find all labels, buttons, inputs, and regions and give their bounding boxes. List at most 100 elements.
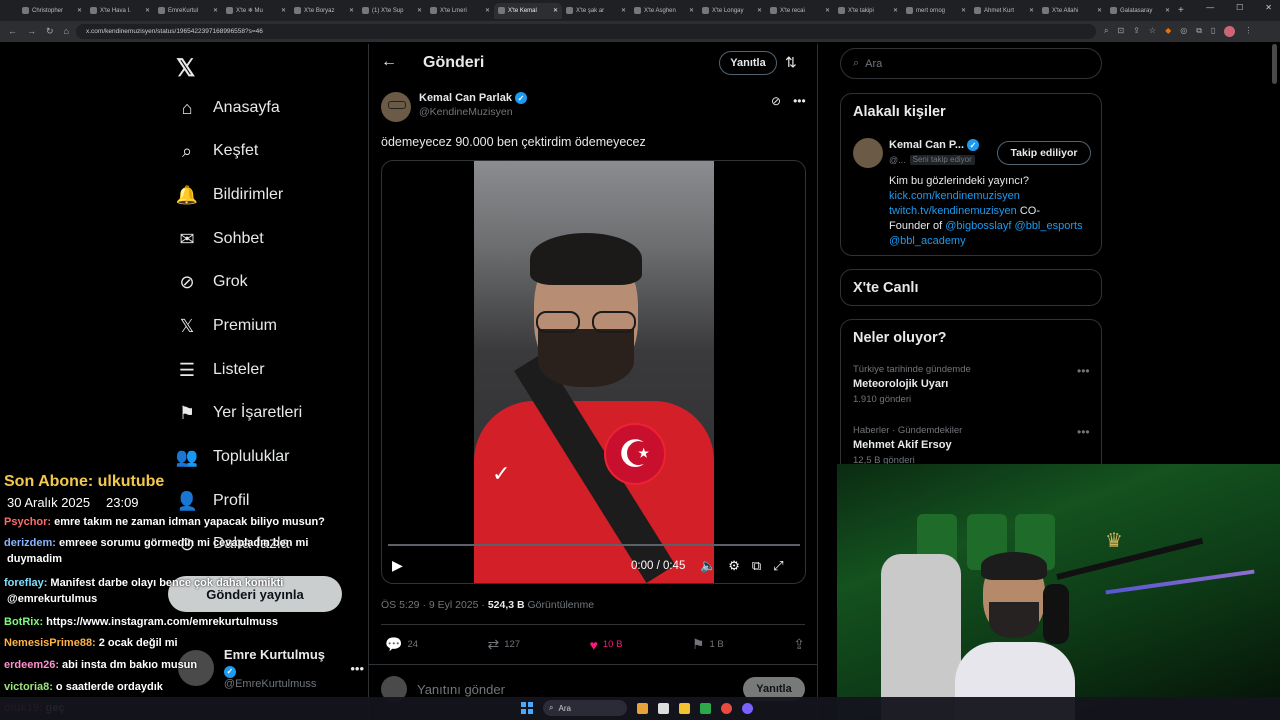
more-icon[interactable]: •••	[1077, 364, 1090, 378]
browser-tab[interactable]: Ahmet Kurt ✕	[970, 3, 1038, 19]
browser-tab[interactable]: Christopher ✕	[18, 3, 86, 19]
nav-item-keşfet[interactable]: ⌕ Keşfet	[176, 140, 258, 162]
nav-item-sohbet[interactable]: ✉ Sohbet	[176, 228, 263, 250]
browser-tab[interactable]: X'te ❄ Mu ✕	[222, 3, 290, 19]
video-progress[interactable]	[388, 544, 800, 546]
bookmark-action[interactable]: ⚑ 1 B	[692, 636, 724, 653]
close-tab-icon[interactable]: ✕	[281, 7, 286, 14]
zoom-icon[interactable]: ⌕	[1104, 26, 1108, 37]
settings-icon[interactable]: ⚙	[728, 558, 740, 574]
scrollbar[interactable]	[1272, 44, 1277, 84]
app-icon[interactable]	[700, 702, 711, 714]
close-tab-icon[interactable]: ✕	[485, 7, 490, 14]
extension-icon[interactable]: ◆	[1165, 26, 1171, 37]
browser-tab[interactable]: X'te Longay ✕	[698, 3, 766, 19]
close-tab-icon[interactable]: ✕	[1165, 7, 1170, 14]
post-author[interactable]: Kemal Can Parlak ✓ @KendineMuzisyen	[381, 92, 527, 122]
share-action[interactable]: ⇪	[793, 636, 805, 653]
browser-tab[interactable]: X'te recai ✕	[766, 3, 834, 19]
menu-icon[interactable]: ⋮	[1244, 26, 1252, 37]
nav-item-yer-i-şaretleri[interactable]: ⚑ Yer İşaretleri	[176, 402, 302, 424]
share-icon[interactable]: ⇪	[1133, 26, 1140, 37]
browser-tab[interactable]: X'te Asghen ✕	[630, 3, 698, 19]
install-icon[interactable]: ⊡	[1117, 26, 1124, 37]
avatar[interactable]	[853, 138, 883, 168]
close-tab-icon[interactable]: ✕	[757, 7, 762, 14]
nav-item-grok[interactable]: ⊘ Grok	[176, 271, 247, 293]
trend-item[interactable]: Türkiye tarihinde gündemde Meteorolojik …	[853, 364, 971, 405]
browser-tab[interactable]: (1) X'te Sup ✕	[358, 3, 426, 19]
browser-tab[interactable]: X'te Boryaz ✕	[290, 3, 358, 19]
live-card[interactable]: X'te Canlı	[840, 269, 1102, 306]
close-tab-icon[interactable]: ✕	[1029, 7, 1034, 14]
close-window-icon[interactable]: ✕	[1265, 3, 1272, 12]
filter-icon[interactable]: ⇅	[785, 54, 797, 71]
browser-tab[interactable]: X'te Kemal ✕	[494, 2, 562, 19]
close-tab-icon[interactable]: ✕	[893, 7, 898, 14]
mention-link[interactable]: @bbl_academy	[889, 235, 966, 247]
close-tab-icon[interactable]: ✕	[349, 7, 354, 14]
maximize-icon[interactable]: ☐	[1236, 3, 1243, 12]
more-icon[interactable]: •••	[793, 94, 806, 108]
close-tab-icon[interactable]: ✕	[961, 7, 966, 14]
forward-icon[interactable]: →	[27, 26, 36, 37]
pip-icon[interactable]: ⧉	[752, 558, 761, 574]
nav-item-anasayfa[interactable]: ⌂ Anasayfa	[176, 97, 280, 119]
close-tab-icon[interactable]: ✕	[553, 7, 558, 14]
video-player[interactable]: ☪ ✓ ▶ 0:00 / 0:45 🔈 ⚙ ⧉ ⤢	[381, 160, 806, 584]
minimize-icon[interactable]: —	[1206, 3, 1214, 12]
repost-action[interactable]: ⇄ 127	[488, 636, 521, 653]
nav-item-premium[interactable]: 𝕏 Premium	[176, 315, 277, 337]
browser-tab[interactable]: X'te Lmeri ✕	[426, 3, 494, 19]
profile-avatar[interactable]	[1224, 26, 1236, 37]
browser-tab[interactable]: X'te şak ar ✕	[562, 3, 630, 19]
close-tab-icon[interactable]: ✕	[145, 7, 150, 14]
header-reply-button[interactable]: Yanıtla	[719, 51, 777, 75]
author-name[interactable]: Kemal Can Parlak ✓	[419, 92, 527, 104]
app-icon[interactable]	[658, 702, 669, 714]
close-tab-icon[interactable]: ✕	[621, 7, 626, 14]
twitch-link[interactable]: twitch.tv/kendinemuzisyen	[889, 205, 1017, 217]
search-input[interactable]: ⌕ Ara	[840, 48, 1102, 79]
url-field[interactable]: x.com/kendinemuzisyen/status/19654223971…	[76, 24, 1096, 39]
sidebar-icon[interactable]: ▯	[1211, 26, 1215, 37]
reply-input[interactable]: Yanıtını gönder	[417, 682, 505, 697]
post-timestamp[interactable]: ÖS 5:29 · 9 Eyl 2025 ·	[381, 599, 488, 611]
volume-icon[interactable]: 🔈	[700, 558, 716, 574]
relevant-name[interactable]: Kemal Can P... ✓	[889, 139, 979, 151]
nav-item-listeler[interactable]: ☰ Listeler	[176, 359, 265, 381]
close-tab-icon[interactable]: ✕	[689, 7, 694, 14]
close-tab-icon[interactable]: ✕	[1097, 7, 1102, 14]
home-icon[interactable]: ⌂	[64, 26, 69, 37]
close-tab-icon[interactable]: ✕	[825, 7, 830, 14]
close-tab-icon[interactable]: ✕	[417, 7, 422, 14]
x-logo-icon[interactable]: 𝕏	[176, 54, 195, 83]
following-button[interactable]: Takip ediliyor	[997, 141, 1091, 165]
reload-icon[interactable]: ↻	[46, 26, 54, 37]
reply-action[interactable]: 💬 24	[385, 636, 418, 653]
file-explorer-icon[interactable]	[679, 702, 690, 714]
fullscreen-icon[interactable]: ⤢	[773, 558, 783, 574]
app-icon[interactable]	[637, 702, 648, 714]
back-icon[interactable]: ←	[8, 26, 17, 37]
nav-item-bildirimler[interactable]: 🔔 Bildirimler	[176, 184, 283, 206]
extension-icon-2[interactable]: ◎	[1180, 26, 1187, 37]
nav-item-profil[interactable]: 👤 Profil	[176, 490, 250, 512]
browser-tab[interactable]: mert ornog ✕	[902, 3, 970, 19]
start-icon[interactable]	[521, 702, 533, 714]
close-tab-icon[interactable]: ✕	[77, 7, 82, 14]
browser-tab[interactable]: Galatasaray ✕	[1106, 3, 1174, 19]
play-icon[interactable]: ▶	[392, 557, 403, 574]
browser-tab[interactable]: X'te takipi ✕	[834, 3, 902, 19]
browser-tab[interactable]: X'te Allahi ✕	[1038, 3, 1106, 19]
like-action[interactable]: ♥ 10 B	[590, 636, 623, 653]
browser-tab[interactable]: X'te Hava I. ✕	[86, 3, 154, 19]
kick-link[interactable]: kick.com/kendinemuzisyen	[889, 190, 1020, 202]
nav-item-topluluklar[interactable]: 👥 Topluluklar	[176, 446, 290, 468]
trend-item[interactable]: Haberler · Gündemdekiler Mehmet Akif Ers…	[853, 425, 962, 466]
app-icon[interactable]	[742, 702, 753, 714]
video-frame[interactable]: ☪ ✓	[474, 161, 714, 583]
mention-link[interactable]: @bigbosslayf	[945, 220, 1011, 232]
star-icon[interactable]: ☆	[1149, 26, 1156, 37]
mention-link[interactable]: @bbl_esports	[1015, 220, 1083, 232]
